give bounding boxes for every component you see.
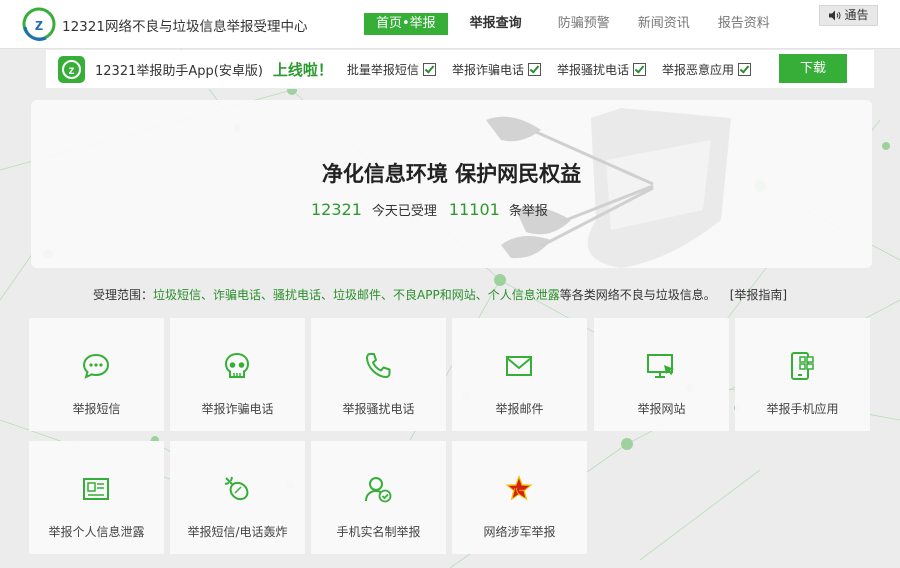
app-logo-icon: z (58, 55, 85, 83)
tile-report-sms[interactable]: 举报短信 (29, 318, 164, 431)
app-online-text: 上线啦！ (272, 60, 333, 79)
check-icon (737, 62, 751, 76)
envelope-icon (506, 356, 532, 376)
feature-label: 批量举报短信 (346, 62, 419, 77)
nav-report-query[interactable]: 举报查询 (470, 13, 522, 35)
hero-stats: 12321 今天已受理 11101 条举报 (311, 200, 548, 219)
hero-banner: 净化信息环境 保护网民权益 12321 今天已受理 11101 条举报 (31, 100, 872, 268)
svg-text:八一: 八一 (511, 487, 526, 495)
tile-report-website[interactable]: 举报网站 (594, 318, 729, 431)
feature-item: 举报骚扰电话 (557, 61, 646, 78)
feature-label: 举报诈骗电话 (451, 62, 524, 77)
scope-items: 垃圾短信、诈骗电话、骚扰电话、垃圾邮件、不良APP和网站、个人信息泄露 (153, 288, 560, 302)
download-button[interactable]: 下载 (779, 54, 847, 83)
tile-report-bombing[interactable]: 举报短信/电话轰炸 (170, 441, 305, 554)
tile-label: 举报手机应用 (766, 402, 839, 416)
tile-report-military[interactable]: 八一 网络涉军举报 (452, 441, 587, 554)
check-icon (527, 62, 541, 76)
tile-report-harass-call[interactable]: 举报骚扰电话 (311, 318, 446, 431)
nav-news[interactable]: 新闻资讯 (638, 13, 690, 35)
speaker-icon (829, 10, 841, 21)
scope-line: 受理范围：垃圾短信、诈骗电话、骚扰电话、垃圾邮件、不良APP和网站、个人信息泄露… (93, 286, 787, 303)
stat-report-text: 条举报 (508, 204, 548, 219)
tile-report-realname[interactable]: 手机实名制举报 (311, 441, 446, 554)
notice-button[interactable]: 通告 (819, 5, 878, 26)
check-icon (422, 62, 436, 76)
top-header: z 12321网络不良与垃圾信息举报受理中心 首页•举报 举报查询 防骗预警 新… (0, 0, 900, 49)
nav-reports[interactable]: 报告资料 (718, 13, 770, 35)
scope-suffix: 等各类网络不良与垃圾信息。 (559, 288, 716, 302)
id-card-icon (83, 478, 109, 500)
tile-report-info-leak[interactable]: 举报个人信息泄露 (29, 441, 164, 554)
skull-icon (224, 352, 250, 378)
check-icon (632, 62, 646, 76)
svg-text:z: z (69, 63, 75, 77)
feature-item: 批量举报短信 (347, 61, 436, 78)
phone-apps-icon (791, 352, 814, 380)
tile-label: 举报短信 (72, 402, 121, 416)
tile-label: 举报骚扰电话 (342, 402, 415, 416)
feature-item: 举报恶意应用 (662, 61, 751, 78)
app-promo-bar: z 12321举报助手App(安卓版) 上线啦！ 批量举报短信 举报诈骗电话 举… (46, 50, 874, 89)
chat-bubble-icon (82, 353, 110, 379)
feature-label: 举报骚扰电话 (556, 62, 629, 77)
bomb-icon (224, 476, 249, 501)
user-check-icon (365, 477, 392, 503)
tile-label: 举报网站 (637, 402, 686, 416)
phone-icon (366, 353, 391, 378)
main-nav: 首页•举报 举报查询 防骗预警 新闻资讯 报告资料 (364, 13, 798, 35)
stat-today-count: 12321 (311, 200, 362, 219)
feature-item: 举报诈骗电话 (452, 61, 541, 78)
site-logo-icon[interactable]: z (22, 7, 56, 41)
scope-prefix: 受理范围： (93, 288, 154, 302)
hero-title: 净化信息环境 保护网民权益 (321, 162, 582, 186)
report-guide-link[interactable]: [举报指南] (730, 288, 787, 302)
notice-label: 通告 (844, 8, 869, 22)
monitor-cursor-icon (647, 354, 674, 378)
tile-report-email[interactable]: 举报邮件 (452, 318, 587, 431)
tile-report-mobile-app[interactable]: 举报手机应用 (735, 318, 870, 431)
army-star-icon: 八一 (505, 475, 533, 501)
nav-home-report[interactable]: 首页•举报 (364, 13, 448, 35)
feature-label: 举报恶意应用 (661, 62, 734, 77)
tile-label: 举报邮件 (495, 402, 544, 416)
tile-label: 举报诈骗电话 (201, 402, 274, 416)
tile-label: 举报个人信息泄露 (48, 525, 145, 539)
app-name: 12321举报助手App(安卓版) (95, 63, 263, 79)
site-title[interactable]: 12321网络不良与垃圾信息举报受理中心 (62, 15, 307, 35)
feature-list: 批量举报短信 举报诈骗电话 举报骚扰电话 举报恶意应用 (347, 61, 751, 78)
stat-report-count: 11101 (448, 200, 500, 219)
tile-label: 网络涉军举报 (483, 525, 556, 539)
stat-today-text: 今天已受理 (371, 204, 437, 219)
nav-fraud-warning[interactable]: 防骗预警 (558, 13, 610, 35)
tile-report-fraud-call[interactable]: 举报诈骗电话 (170, 318, 305, 431)
svg-text:z: z (35, 15, 44, 34)
tile-label: 手机实名制举报 (336, 525, 421, 539)
tile-label: 举报短信/电话轰炸 (187, 525, 288, 539)
